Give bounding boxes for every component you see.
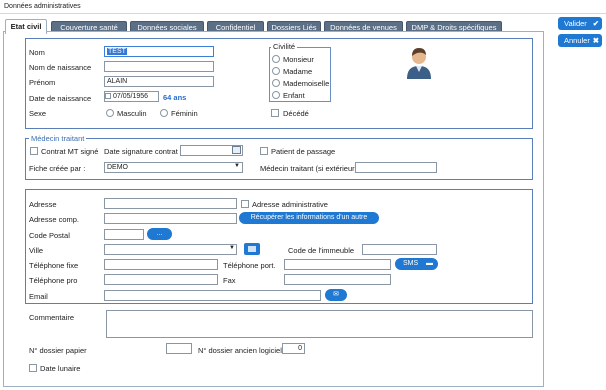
code-postal-search-button[interactable]: ... <box>147 228 172 240</box>
ville-chevron-down-icon[interactable]: ▼ <box>229 245 235 251</box>
sexe-masculin-label: Masculin <box>117 109 147 118</box>
ville-select[interactable] <box>104 244 237 255</box>
adresse-label: Adresse <box>29 200 57 209</box>
fiche-creee-value: DEMO <box>107 164 128 171</box>
nom-naissance-field[interactable] <box>104 61 214 72</box>
patient-passage-label: Patient de passage <box>271 147 336 156</box>
recuperer-infos-button[interactable]: Récupérer les informations d'un autre <box>239 212 379 224</box>
email-label: Email <box>29 292 48 301</box>
adresse-comp-label: Adresse comp. <box>29 215 80 224</box>
window-title: Données administratives <box>4 3 81 10</box>
cancel-icon: ✖ <box>592 36 599 45</box>
tel-pro-label: Téléphone pro <box>29 276 78 285</box>
adresse-admin-label: Adresse administrative <box>252 200 328 209</box>
email-field[interactable] <box>104 290 321 301</box>
ville-map-button[interactable] <box>244 243 260 255</box>
fax-label: Fax <box>223 276 236 285</box>
chevron-down-icon[interactable]: ▼ <box>234 163 240 169</box>
adresse-field[interactable] <box>104 198 237 209</box>
ville-label: Ville <box>29 246 44 255</box>
cancel-label: Annuler <box>564 36 590 45</box>
tab-etat-civil[interactable]: Etat civil <box>5 19 47 34</box>
code-immeuble-label: Code de l'immeuble <box>288 246 355 255</box>
sexe-label: Sexe <box>29 109 47 118</box>
civilite-legend: Civilité <box>271 42 298 51</box>
tel-fixe-field[interactable] <box>104 259 218 270</box>
decede-label: Décédé <box>283 109 309 118</box>
dossier-ancien-label: N° dossier ancien logiciel <box>198 346 282 355</box>
decede-checkbox[interactable] <box>271 109 279 117</box>
dob-field[interactable]: 07/05/1956 <box>104 91 159 102</box>
medecin-panel <box>25 138 533 180</box>
check-icon: ✔ <box>592 19 599 28</box>
dossier-papier-field[interactable] <box>166 343 192 354</box>
sms-label: SMS <box>403 260 419 267</box>
tel-port-field[interactable] <box>284 259 391 270</box>
fax-field[interactable] <box>284 274 391 285</box>
validate-button[interactable]: Valider ✔ <box>558 17 602 30</box>
tel-port-label: Téléphone port. <box>223 261 276 270</box>
civilite-mademoiselle-label: Mademoiselle <box>283 79 330 88</box>
tab-strip: Etat civil Couverture santé Données soci… <box>0 18 606 34</box>
sms-button[interactable]: SMS ▬ <box>395 258 438 270</box>
validate-label: Valider <box>564 19 587 28</box>
email-send-button[interactable]: ✉ <box>325 289 347 301</box>
sexe-feminin-label: Féminin <box>171 109 198 118</box>
patient-passage-checkbox[interactable] <box>260 147 268 155</box>
civilite-monsieur-label: Monsieur <box>283 55 314 64</box>
medecin-ext-label: Médecin traitant (si extérieur) <box>260 164 358 173</box>
patient-avatar-icon <box>407 48 431 79</box>
code-postal-label: Code Postal <box>29 231 70 240</box>
civilite-monsieur-radio[interactable] <box>272 55 280 63</box>
date-signature-label: Date signature contrat <box>104 147 178 156</box>
code-postal-field[interactable] <box>104 229 144 240</box>
nom-naissance-label: Nom de naissance <box>29 63 92 72</box>
sexe-feminin-radio[interactable] <box>160 109 168 117</box>
civilite-madame-radio[interactable] <box>272 67 280 75</box>
dossier-ancien-field[interactable]: 0 <box>282 343 305 354</box>
fiche-creee-select[interactable]: DEMO <box>104 162 243 173</box>
age-text: 64 ans <box>163 93 187 102</box>
prenom-label: Prénom <box>29 78 56 87</box>
cancel-button[interactable]: Annuler ✖ <box>558 34 602 47</box>
dossier-papier-label: N° dossier papier <box>29 346 87 355</box>
calendar-icon[interactable] <box>232 146 241 154</box>
medecin-legend: Médecin traitant <box>29 134 87 143</box>
tel-pro-field[interactable] <box>104 274 218 285</box>
nom-value: TEST <box>107 48 127 55</box>
dob-checkbox[interactable] <box>105 93 111 99</box>
civilite-enfant-label: Enfant <box>283 91 305 100</box>
mail-icon: ✉ <box>333 291 339 298</box>
commentaire-label: Commentaire <box>29 313 75 322</box>
nom-label: Nom <box>29 48 45 57</box>
code-immeuble-field[interactable] <box>362 244 437 255</box>
nom-field[interactable]: TEST <box>104 46 214 57</box>
contrat-mt-checkbox[interactable] <box>30 147 38 155</box>
date-lunaire-label: Date lunaire <box>40 364 81 373</box>
civilite-enfant-radio[interactable] <box>272 91 280 99</box>
civilite-mademoiselle-radio[interactable] <box>272 79 280 87</box>
contrat-mt-label: Contrat MT signé <box>41 147 99 156</box>
commentaire-textarea[interactable] <box>106 310 533 338</box>
date-lunaire-checkbox[interactable] <box>29 364 37 372</box>
sexe-masculin-radio[interactable] <box>106 109 114 117</box>
adresse-comp-field[interactable] <box>104 213 237 224</box>
medecin-ext-field[interactable] <box>355 162 437 173</box>
prenom-field[interactable]: ALAIN <box>104 76 214 87</box>
window-titlebar: Données administratives <box>0 0 606 14</box>
dob-label: Date de naissance <box>29 94 92 103</box>
adresse-admin-checkbox[interactable] <box>241 200 249 208</box>
map-icon <box>248 246 256 252</box>
civilite-madame-label: Madame <box>283 67 313 76</box>
chat-icon: ▬ <box>426 260 433 267</box>
fiche-creee-label: Fiche créée par : <box>29 164 86 173</box>
tel-fixe-label: Téléphone fixe <box>29 261 79 270</box>
